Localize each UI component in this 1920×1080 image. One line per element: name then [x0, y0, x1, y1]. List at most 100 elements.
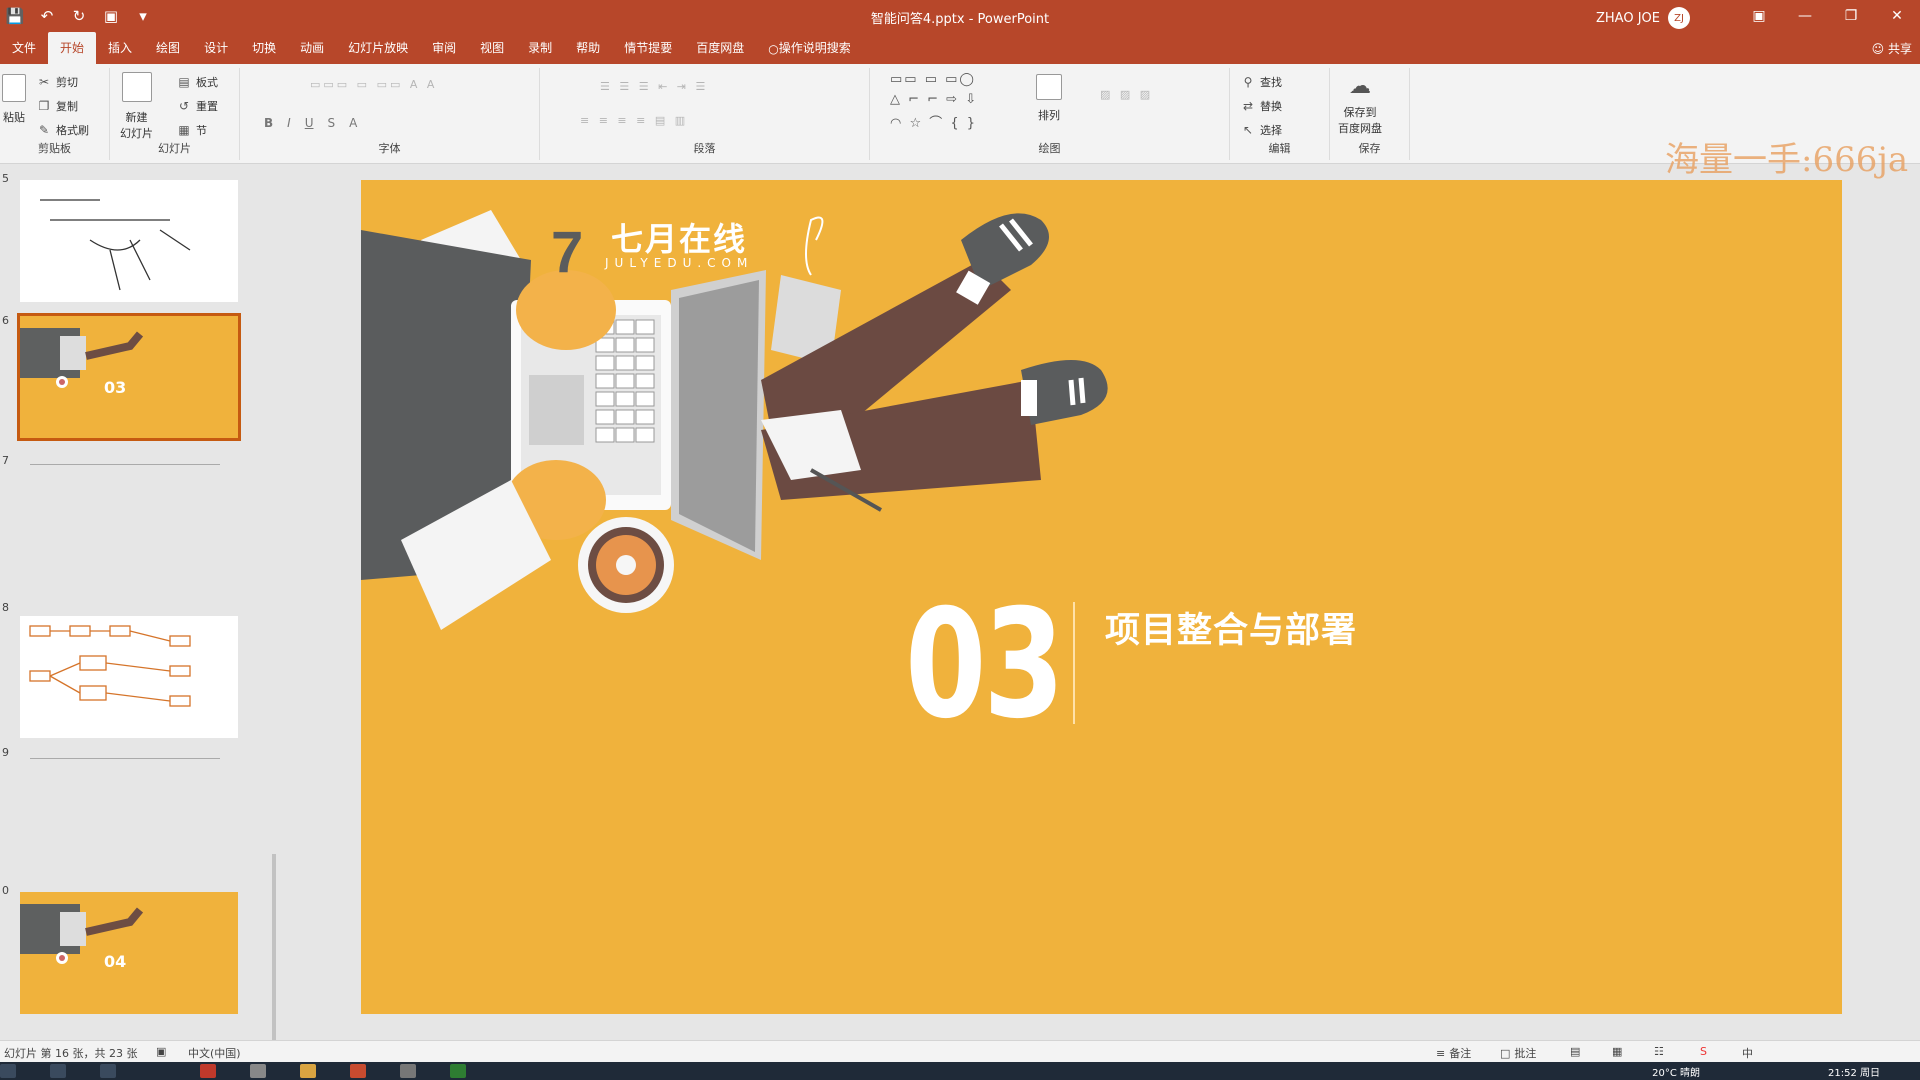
- language-indicator[interactable]: 中文(中国): [188, 1045, 241, 1061]
- shapes-gallery-row2[interactable]: △ ⌐ ⌐ ⇨ ⇩: [890, 92, 978, 107]
- sogou-ime-icon[interactable]: S: [1700, 1045, 1707, 1058]
- select-button[interactable]: ↖ 选择: [1240, 122, 1282, 138]
- task-view-icon[interactable]: [100, 1064, 116, 1078]
- pycharm-icon[interactable]: [450, 1064, 466, 1078]
- save-to-baidu-button[interactable]: ☁ 保存到 百度网盘: [1338, 72, 1382, 136]
- share-button[interactable]: ☺ 共享: [1872, 40, 1912, 57]
- start-icon[interactable]: [0, 1064, 16, 1078]
- section-button[interactable]: ▦ 节: [176, 122, 207, 138]
- strikethrough-button[interactable]: S: [328, 116, 336, 130]
- brand-name: 七月在线: [611, 220, 748, 258]
- format-painter-button[interactable]: ✎ 格式刷: [36, 122, 89, 138]
- notes-button[interactable]: ≡ 备注: [1436, 1045, 1471, 1061]
- arrange-button[interactable]: 排列: [1036, 74, 1062, 123]
- section-number: 03: [905, 578, 1065, 752]
- slide-sorter-icon[interactable]: ▦: [1612, 1045, 1622, 1058]
- watermark-text: 海量一手:666ja: [1665, 140, 1909, 180]
- minimize-icon[interactable]: —: [1782, 0, 1828, 32]
- arrange-icon: [1036, 74, 1062, 100]
- italic-button[interactable]: I: [287, 116, 291, 130]
- close-icon[interactable]: ✕: [1874, 0, 1920, 32]
- reset-button[interactable]: ↺ 重置: [176, 98, 218, 114]
- slide-thumbnail-selected[interactable]: 03: [17, 313, 241, 441]
- new-slide-button[interactable]: 新建 幻灯片: [120, 72, 153, 141]
- redo-icon[interactable]: ↻: [70, 7, 88, 25]
- tab-14[interactable]: ○ 操作说明搜索: [756, 32, 863, 64]
- slide-thumbnail[interactable]: 04: [20, 892, 238, 1014]
- shapes-gallery-row3[interactable]: ◠ ☆ ⌒ { }: [890, 112, 977, 131]
- normal-view-icon[interactable]: ▤: [1570, 1045, 1580, 1058]
- restore-icon[interactable]: ❐: [1828, 0, 1874, 32]
- shadow-button[interactable]: A: [349, 116, 357, 130]
- tab-10[interactable]: 录制: [516, 32, 564, 64]
- alignment-buttons[interactable]: ≡ ≡ ≡ ≡ ▤ ▥: [580, 114, 688, 127]
- customize-icon[interactable]: ▾: [134, 7, 152, 25]
- avatar[interactable]: ZJ: [1668, 7, 1690, 29]
- cut-button[interactable]: ✂ 剪切: [36, 74, 78, 90]
- mini-illustration: [20, 328, 144, 388]
- clock[interactable]: 21:52 周日: [1828, 1064, 1880, 1079]
- brand-url: JULYEDU.COM: [605, 256, 754, 270]
- diagram-thumbnail: [29, 625, 191, 707]
- tab-9[interactable]: 视图: [468, 32, 516, 64]
- shapes-gallery[interactable]: ▭▭ ▭ ▭◯: [890, 72, 976, 87]
- slide-thumbnail[interactable]: [20, 454, 238, 576]
- tab-3[interactable]: 绘图: [144, 32, 192, 64]
- app-icon[interactable]: [400, 1064, 416, 1078]
- slide-thumbnail[interactable]: [20, 754, 238, 876]
- font-name-box[interactable]: ▭▭▭ ▭ ▭▭ A A: [310, 78, 437, 91]
- replace-button[interactable]: ⇄ 替换: [1240, 98, 1282, 114]
- tab-5[interactable]: 切换: [240, 32, 288, 64]
- lightbulb-icon: ○: [768, 42, 779, 56]
- mini-illustration: [20, 904, 144, 964]
- save-icon[interactable]: 💾: [6, 7, 25, 25]
- slide-thumbnail[interactable]: [20, 616, 238, 738]
- search-icon[interactable]: [50, 1064, 66, 1078]
- paragraph-group: ☰ ☰ ☰ ⇤ ⇥ ☰ ≡ ≡ ≡ ≡ ▤ ▥ 段落: [540, 68, 870, 160]
- copy-button[interactable]: ❐ 复制: [36, 98, 78, 114]
- accessibility-icon[interactable]: ▣: [156, 1045, 166, 1058]
- layout-button[interactable]: ▤ 板式: [176, 74, 218, 90]
- paragraph-buttons[interactable]: ☰ ☰ ☰ ⇤ ⇥ ☰: [600, 80, 708, 93]
- tab-12[interactable]: 情节提要: [612, 32, 684, 64]
- reading-view-icon[interactable]: ☷: [1654, 1045, 1664, 1058]
- tab-6[interactable]: 动画: [288, 32, 336, 64]
- tab-13[interactable]: 百度网盘: [684, 32, 756, 64]
- slide-thumbnail[interactable]: [20, 180, 238, 302]
- paste-button[interactable]: 粘贴: [2, 74, 26, 125]
- ribbon: 粘贴 ✂ 剪切 ❐ 复制 ✎ 格式刷 剪贴板 新建 幻灯片 ▤ 板式 ↺ 重置 ▦ 节 幻灯…: [0, 64, 1920, 164]
- tab-4[interactable]: 设计: [192, 32, 240, 64]
- new-slide-icon: [121, 72, 152, 102]
- search-icon: ⚲: [1243, 75, 1253, 89]
- ribbon-display-icon[interactable]: ▣: [1736, 0, 1782, 32]
- select-icon: ↖: [1242, 123, 1254, 137]
- start-slideshow-icon[interactable]: ▣: [102, 7, 120, 25]
- slide-canvas[interactable]: 7 七月在线 JULYEDU.COM 03 项目整合与部署: [361, 180, 1842, 1014]
- tab-11[interactable]: 帮助: [564, 32, 612, 64]
- quick-styles[interactable]: ▨ ▨ ▨: [1100, 88, 1153, 101]
- comments-button[interactable]: □ 批注: [1500, 1045, 1536, 1061]
- user-account[interactable]: ZHAO JOE ZJ: [1596, 7, 1690, 29]
- ime-mode-icon[interactable]: 中: [1742, 1045, 1753, 1061]
- font-group: ▭▭▭ ▭ ▭▭ A A B I U S A 字体: [240, 68, 540, 160]
- weather[interactable]: 20°C 晴朗: [1652, 1064, 1700, 1079]
- tab-1[interactable]: 开始: [48, 32, 97, 64]
- tab-2[interactable]: 插入: [96, 32, 144, 64]
- tab-7[interactable]: 幻灯片放映: [336, 32, 420, 64]
- powerpoint-icon[interactable]: [350, 1064, 366, 1078]
- settings-icon[interactable]: [250, 1064, 266, 1078]
- tab-8[interactable]: 审阅: [420, 32, 468, 64]
- person-icon: ☺: [1871, 42, 1888, 56]
- tab-0[interactable]: 文件: [0, 32, 48, 64]
- group-label: 保存: [1358, 142, 1381, 155]
- bold-button[interactable]: B: [264, 116, 273, 130]
- underline-button[interactable]: U: [305, 116, 314, 130]
- browser-icon[interactable]: [200, 1064, 216, 1078]
- find-button[interactable]: ⚲ 查找: [1240, 74, 1282, 90]
- undo-icon[interactable]: ↶: [38, 7, 56, 25]
- clipboard-group: 粘贴 ✂ 剪切 ❐ 复制 ✎ 格式刷 剪贴板: [0, 68, 110, 160]
- thumb-number: 8: [2, 601, 9, 614]
- folder-icon[interactable]: [300, 1064, 316, 1078]
- slide-counter: 幻灯片 第 16 张，共 23 张: [4, 1047, 138, 1060]
- slides-group: 新建 幻灯片 ▤ 板式 ↺ 重置 ▦ 节 幻灯片: [110, 68, 240, 160]
